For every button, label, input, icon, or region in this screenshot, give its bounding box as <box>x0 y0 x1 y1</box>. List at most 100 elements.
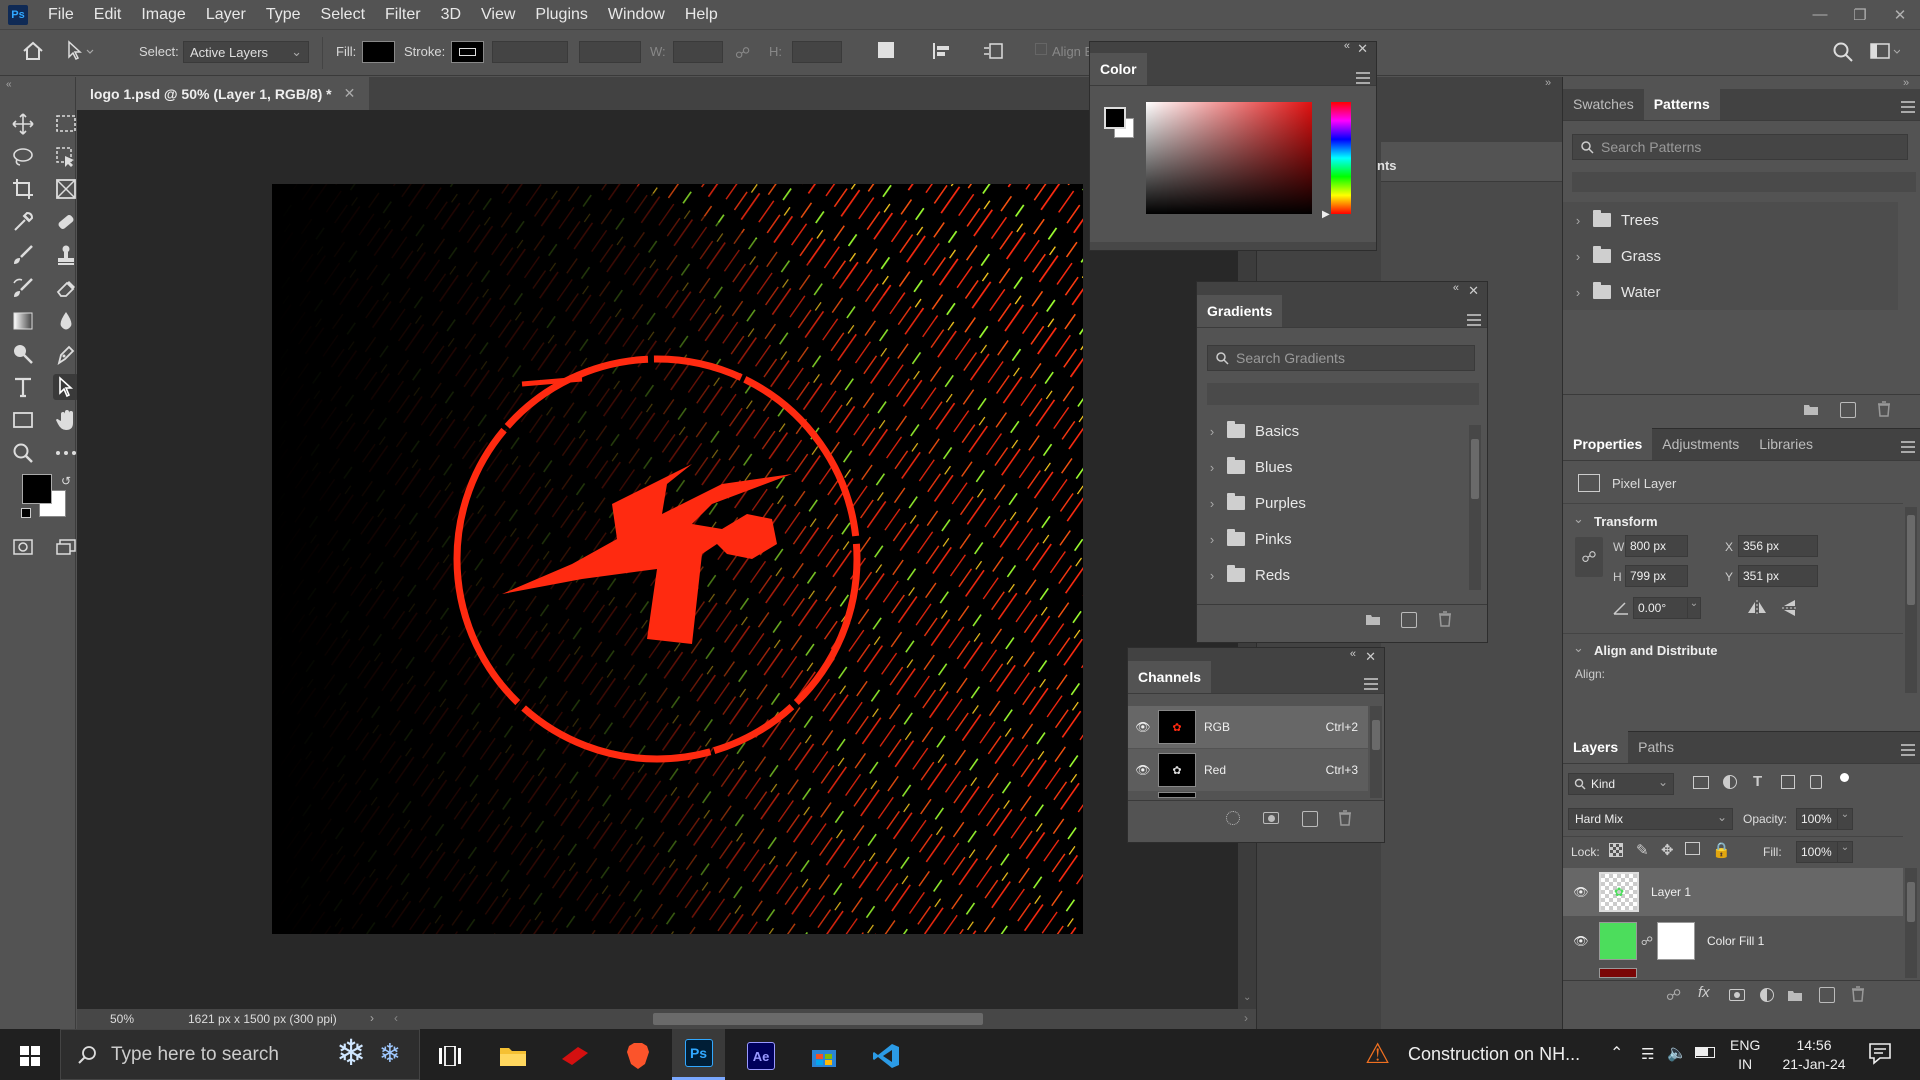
tab-patterns[interactable]: Patterns <box>1643 88 1720 120</box>
layer-name[interactable]: Color Fill 1 <box>1707 934 1764 948</box>
more-tools-icon[interactable] <box>53 440 79 466</box>
filter-smart-object-icon[interactable] <box>1810 775 1822 789</box>
visibility-eye-icon[interactable]: 👁 <box>1128 763 1158 777</box>
panel-menu-icon[interactable] <box>1356 72 1370 87</box>
brave-browser-icon[interactable] <box>618 1036 658 1076</box>
panel-menu-icon[interactable] <box>1901 441 1915 456</box>
home-icon[interactable] <box>22 41 44 61</box>
search-icon[interactable] <box>1832 41 1854 63</box>
collapse-channels-panel-icon[interactable]: « <box>1350 648 1356 660</box>
close-tab-icon[interactable]: ✕ <box>344 85 356 102</box>
clock[interactable]: 14:56 21-Jan-24 <box>1775 1036 1853 1074</box>
taskbar-search-box[interactable]: Type here to search ❄ ❄ <box>60 1029 420 1080</box>
lock-position-icon[interactable]: ✥ <box>1661 841 1674 859</box>
chain-link-icon[interactable]: ☍ <box>1637 934 1657 948</box>
history-brush-tool-icon[interactable] <box>10 275 36 301</box>
notifications-icon[interactable] <box>1868 1041 1892 1065</box>
new-group-icon[interactable] <box>1365 612 1381 626</box>
tab-paths[interactable]: Paths <box>1628 731 1684 763</box>
zoom-level[interactable]: 50% <box>110 1012 134 1026</box>
pen-tool-icon[interactable] <box>53 341 79 367</box>
gradient-size-slider[interactable] <box>1207 383 1479 405</box>
chevron-right-icon[interactable]: › <box>370 1011 374 1025</box>
angle-field[interactable]: 0.00° <box>1633 597 1688 619</box>
rectangle-tool-icon[interactable] <box>10 407 36 433</box>
stroke-width-field[interactable] <box>492 41 568 63</box>
menu-select[interactable]: Select <box>311 0 375 29</box>
path-selection-tool-icon[interactable] <box>65 40 95 62</box>
filter-type-icon[interactable]: T <box>1753 773 1762 790</box>
chevron-up-icon[interactable]: ⌃ <box>1610 1043 1623 1063</box>
close-color-panel-icon[interactable]: ✕ <box>1357 41 1368 57</box>
panel-menu-icon[interactable] <box>1467 314 1481 329</box>
search-gradients-input[interactable]: Search Gradients <box>1207 345 1475 371</box>
frame-tool-icon[interactable] <box>53 176 79 202</box>
lasso-tool-icon[interactable] <box>10 144 36 170</box>
flip-horizontal-icon[interactable] <box>1746 599 1768 617</box>
list-item[interactable]: › Basics <box>1197 413 1465 449</box>
new-layer-icon[interactable] <box>1819 987 1835 1003</box>
layer-row-color-fill-1[interactable]: 👁 ☍ Color Fill 1 <box>1563 917 1903 965</box>
list-item[interactable]: › Water <box>1563 274 1898 310</box>
collapse-right-dock-icon[interactable]: » <box>1903 77 1909 89</box>
move-tool-icon[interactable] <box>10 111 36 137</box>
scroll-left-icon[interactable]: ‹ <box>394 1011 398 1025</box>
vscode-icon[interactable] <box>866 1036 906 1076</box>
properties-scrollbar[interactable] <box>1905 507 1917 693</box>
color-field[interactable] <box>1146 102 1312 214</box>
swap-colors-icon[interactable]: ↺ <box>61 474 71 488</box>
save-selection-icon[interactable] <box>1263 812 1279 824</box>
y-field[interactable]: 351 px <box>1738 565 1818 587</box>
visibility-eye-icon[interactable]: 👁 <box>1128 720 1158 734</box>
layers-scrollbar[interactable] <box>1905 868 1917 978</box>
lock-all-icon[interactable]: 🔒 <box>1712 841 1731 859</box>
direct-selection-tool-icon[interactable] <box>53 374 79 400</box>
filter-kind-dropdown[interactable]: Kind ⌄ <box>1568 773 1674 795</box>
menu-edit[interactable]: Edit <box>84 0 132 29</box>
x-field[interactable]: 356 px <box>1738 535 1818 557</box>
after-effects-app-icon[interactable]: Ae <box>741 1036 781 1076</box>
filter-toggle-icon[interactable] <box>1840 773 1849 782</box>
gradient-list-scrollbar[interactable] <box>1469 425 1481 590</box>
load-selection-icon[interactable] <box>1226 811 1240 825</box>
collapse-dock-icon[interactable]: » <box>1545 77 1551 89</box>
chevron-down-icon[interactable]: ⌄ <box>1837 808 1853 830</box>
link-layers-icon[interactable]: ☍ <box>1666 986 1681 1004</box>
minimize-icon[interactable]: — <box>1800 0 1840 29</box>
battery-icon[interactable] <box>1695 1047 1715 1058</box>
new-group-icon[interactable] <box>1787 988 1803 1002</box>
fill-color-thumbnail[interactable] <box>1599 922 1637 960</box>
channel-row-red[interactable]: 👁 ✿ Red Ctrl+3 <box>1128 749 1368 791</box>
document-canvas[interactable] <box>272 184 1083 934</box>
channel-list-scrollbar[interactable] <box>1370 706 1382 798</box>
collapse-color-panel-icon[interactable]: « <box>1344 40 1350 52</box>
opacity-field[interactable]: 100% <box>1796 808 1838 830</box>
fill-field[interactable]: 100% <box>1796 841 1838 863</box>
language-indicator[interactable]: ENG IN <box>1730 1036 1760 1074</box>
stroke-swatch[interactable] <box>451 41 484 63</box>
filter-adjustment-icon[interactable] <box>1723 775 1737 789</box>
tab-adjustments[interactable]: Adjustments <box>1652 428 1749 460</box>
visibility-eye-icon[interactable]: 👁 <box>1563 934 1599 948</box>
width-field[interactable]: 800 px <box>1625 535 1688 557</box>
link-icon[interactable]: ☍ <box>735 44 750 62</box>
hue-slider[interactable] <box>1331 102 1351 214</box>
hand-tool-icon[interactable] <box>53 407 79 433</box>
close-channels-panel-icon[interactable]: ✕ <box>1365 649 1376 665</box>
new-adjustment-layer-icon[interactable] <box>1760 988 1774 1002</box>
filter-pixel-icon[interactable] <box>1693 776 1709 789</box>
blur-tool-icon[interactable] <box>53 308 79 334</box>
channel-row-rgb[interactable]: 👁 ✿ RGB Ctrl+2 <box>1128 706 1368 748</box>
hue-slider-handle[interactable]: ▶ <box>1322 209 1330 220</box>
filter-shape-icon[interactable] <box>1781 775 1795 789</box>
chevron-down-icon[interactable]: ⌄ <box>1573 640 1584 656</box>
quick-mask-icon[interactable] <box>10 534 36 560</box>
path-alignment-icon[interactable] <box>930 40 952 62</box>
flip-vertical-icon[interactable] <box>1781 598 1799 618</box>
menu-window[interactable]: Window <box>598 0 675 29</box>
chevron-down-icon[interactable]: ⌄ <box>1573 511 1584 527</box>
foreground-color-swatch[interactable] <box>22 474 52 504</box>
document-tab[interactable]: logo 1.psd @ 50% (Layer 1, RGB/8) * ✕ <box>77 77 369 110</box>
new-pattern-icon[interactable] <box>1840 402 1856 418</box>
type-tool-icon[interactable] <box>10 374 36 400</box>
